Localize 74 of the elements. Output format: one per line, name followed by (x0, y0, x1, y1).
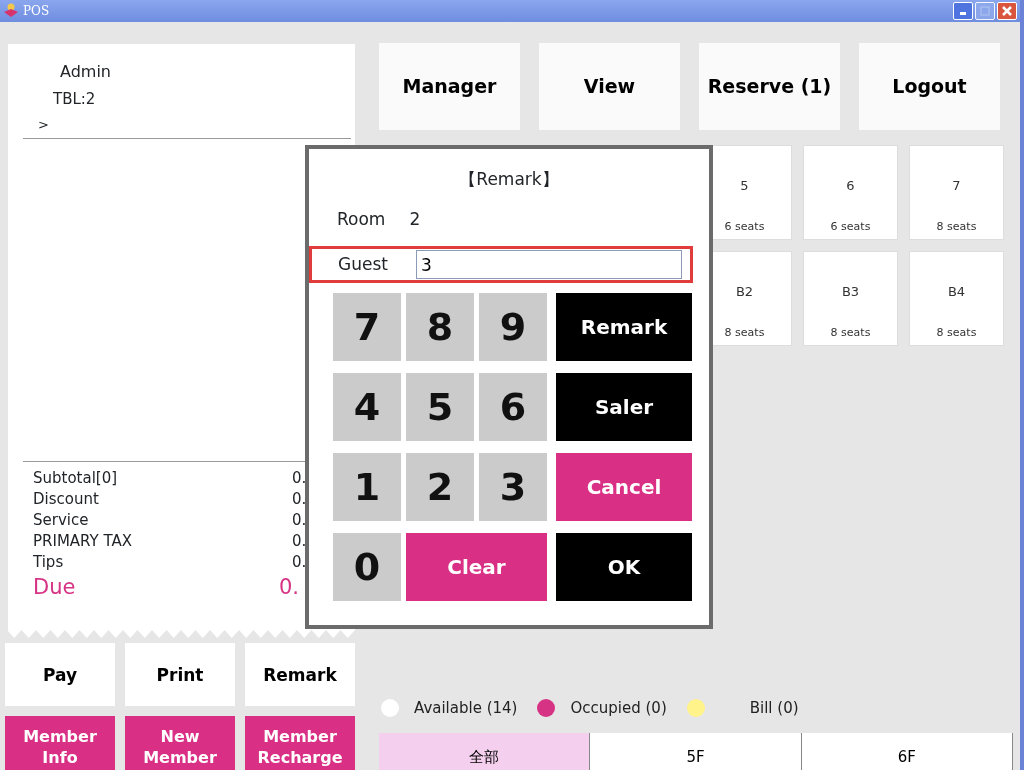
floor-tab[interactable]: 6F (801, 733, 1013, 770)
summary-value: 0. (292, 489, 307, 510)
seat-count: 6 seats (724, 218, 765, 235)
table-name: 5 (740, 177, 749, 195)
summary-value: 0. (292, 468, 307, 489)
summary-value: 0. (292, 552, 307, 573)
action-button[interactable]: Pay (5, 643, 115, 706)
room-label: Room (337, 207, 386, 231)
guest-field[interactable]: 3 (416, 250, 682, 279)
summary-label: Service (33, 510, 89, 531)
legend-label: Bill (0) (749, 697, 799, 719)
legend-label: Occupied (0) (570, 697, 667, 719)
keypad-button[interactable]: OK (556, 533, 692, 601)
digit-key[interactable]: 2 (406, 453, 474, 521)
action-button[interactable]: Print (125, 643, 235, 706)
close-button[interactable] (997, 2, 1017, 20)
keypad-button[interactable]: Cancel (556, 453, 692, 521)
action-button[interactable]: Remark (245, 643, 355, 706)
digit-key[interactable]: 4 (333, 373, 401, 441)
action-button[interactable]: Member Recharge (245, 716, 355, 770)
menu-button[interactable]: Logout (859, 43, 1000, 130)
floor-tab[interactable]: 全部 (379, 733, 591, 770)
menu-button[interactable]: Manager (379, 43, 520, 130)
summary-value: 0. (292, 510, 307, 531)
keypad-button[interactable]: Clear (406, 533, 547, 601)
maximize-icon (980, 6, 990, 16)
summary-label: PRIMARY TAX (33, 531, 133, 552)
maximize-button[interactable] (975, 2, 995, 20)
digit-key[interactable]: 5 (406, 373, 474, 441)
keypad-button[interactable]: Remark (556, 293, 692, 361)
keypad-button[interactable]: Saler (556, 373, 692, 441)
summary-label: Discount (33, 489, 99, 510)
dialog-title: 【Remark】 (459, 169, 559, 189)
legend-label: Available (14) (414, 697, 518, 719)
table-name: B4 (947, 283, 966, 301)
seat-count: 8 seats (936, 218, 977, 235)
menu-button[interactable]: View (539, 43, 680, 130)
window-title: POS (23, 3, 50, 20)
floor-tab[interactable]: 5F (590, 733, 802, 770)
seat-count: 8 seats (830, 324, 871, 341)
action-button[interactable]: Member Info (5, 716, 115, 770)
cursor-mark: > (37, 115, 49, 134)
summary-label: Subtotal[0] (33, 468, 118, 489)
digit-key[interactable]: 8 (406, 293, 474, 361)
action-button[interactable]: New Member (125, 716, 235, 770)
menu-button[interactable]: Reserve (1) (699, 43, 840, 130)
table-tile[interactable]: B4 8 seats (909, 251, 1004, 346)
table-name: B2 (735, 283, 754, 301)
table-name: B3 (841, 283, 860, 301)
table-name: 7 (952, 177, 961, 195)
minimize-button[interactable] (953, 2, 973, 20)
digit-key[interactable]: 1 (333, 453, 401, 521)
app-icon (3, 3, 19, 19)
due-value: 0. (279, 574, 300, 601)
summary-value: 0. (292, 531, 307, 552)
digit-key[interactable]: 7 (333, 293, 401, 361)
table-tile[interactable]: 6 6 seats (803, 145, 898, 240)
table-label: TBL:2 (52, 89, 96, 110)
guest-label: Guest (338, 252, 388, 276)
seat-count: 8 seats (724, 324, 765, 341)
due-label: Due (33, 574, 76, 601)
digit-key[interactable]: 3 (479, 453, 547, 521)
close-icon (1001, 5, 1013, 17)
user-name: Admin (59, 61, 112, 83)
table-tile[interactable]: 7 8 seats (909, 145, 1004, 240)
digit-key[interactable]: 9 (479, 293, 547, 361)
table-tile[interactable]: B3 8 seats (803, 251, 898, 346)
seat-count: 6 seats (830, 218, 871, 235)
table-name: 6 (846, 177, 855, 195)
room-value: 2 (409, 207, 421, 231)
seat-count: 8 seats (936, 324, 977, 341)
digit-key[interactable]: 0 (333, 533, 401, 601)
summary-label: Tips (33, 552, 64, 573)
digit-key[interactable]: 6 (479, 373, 547, 441)
